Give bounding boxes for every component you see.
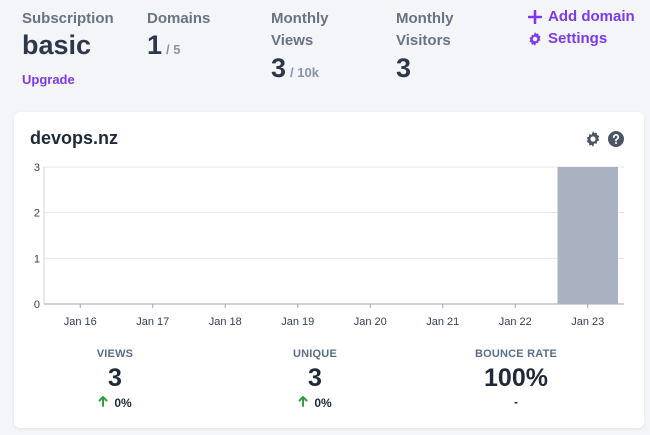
subscription-label: Subscription	[22, 10, 114, 27]
x-tick-label: Jan 17	[136, 316, 169, 328]
add-domain-label: Add domain	[548, 8, 635, 25]
metric-bounce-rate-label: BOUNCE RATE	[474, 348, 558, 360]
plus-icon	[528, 9, 542, 24]
metric-views-change-value: 0%	[114, 395, 132, 410]
bar[interactable]	[557, 167, 619, 304]
arrow-up-icon	[98, 395, 108, 410]
domains-value: 1	[147, 30, 163, 60]
monthly-visitors-count: 3	[396, 53, 411, 84]
metric-unique: UNIQUE 3 0%	[235, 348, 395, 410]
subscription-plan: basic	[22, 30, 92, 60]
x-tick-label: Jan 18	[209, 316, 242, 328]
domains-count: 1/ 5	[147, 30, 181, 61]
domain-card: devops.nz 0 1 2 3 Jan 16 Jan 17 Jan 18 Jan 19 Ja…	[14, 112, 644, 428]
subscription-value: basic	[22, 30, 91, 61]
arrow-up-icon	[298, 395, 308, 410]
monthly-visitors-label-line2: Visitors	[396, 32, 451, 49]
y-tick-label: 0	[34, 299, 40, 311]
upgrade-link[interactable]: Upgrade	[22, 72, 75, 87]
metric-unique-change-value: 0%	[314, 395, 332, 410]
monthly-visitors-label: Monthly Visitors	[396, 8, 454, 52]
monthly-visitors-value: 3	[396, 53, 412, 83]
monthly-views-label: Monthly Views	[271, 8, 329, 52]
metric-bounce-rate-value: 100%	[484, 364, 548, 392]
monthly-views-label-line1: Monthly	[271, 10, 329, 27]
metric-views-label: VIEWS	[96, 348, 134, 360]
y-tick-label: 2	[34, 208, 40, 220]
metric-unique-value: 3	[308, 364, 322, 392]
settings-label: Settings	[548, 30, 608, 47]
metric-unique-label: UNIQUE	[293, 348, 337, 360]
settings-button[interactable]: Settings	[528, 30, 607, 47]
domains-limit: / 5	[166, 42, 181, 57]
monthly-views-label-line2: Views	[271, 32, 314, 49]
add-domain-button[interactable]: Add domain	[528, 8, 635, 25]
monthly-views-count: 3/ 10k	[271, 53, 319, 84]
x-tick-label: Jan 19	[281, 316, 314, 328]
monthly-visitors-label-line1: Monthly	[396, 10, 454, 27]
x-tick-label: Jan 23	[571, 316, 604, 328]
metric-bounce-rate: BOUNCE RATE 100% -	[436, 348, 596, 409]
x-tick-label: Jan 16	[64, 316, 97, 328]
metric-bounce-rate-change-value: -	[514, 395, 518, 409]
metric-views: VIEWS 3 0%	[35, 348, 195, 410]
metric-views-value: 3	[108, 364, 122, 392]
views-chart: 0 1 2 3 Jan 16 Jan 17 Jan 18 Jan 19 Jan 20 Jan 21…	[34, 162, 624, 328]
x-tick-label: Jan 21	[426, 316, 459, 328]
monthly-views-limit: / 10k	[290, 65, 319, 80]
monthly-views-value: 3	[271, 53, 287, 83]
domains-label: Domains	[147, 10, 211, 27]
y-tick-label: 1	[34, 253, 40, 265]
metric-views-change: 0%	[35, 395, 195, 410]
metric-bounce-rate-change: -	[436, 395, 596, 409]
metric-unique-change: 0%	[235, 395, 395, 410]
x-tick-label: Jan 20	[354, 316, 387, 328]
y-tick-label: 3	[34, 162, 40, 174]
x-tick-label: Jan 22	[499, 316, 532, 328]
gear-icon	[528, 31, 542, 46]
